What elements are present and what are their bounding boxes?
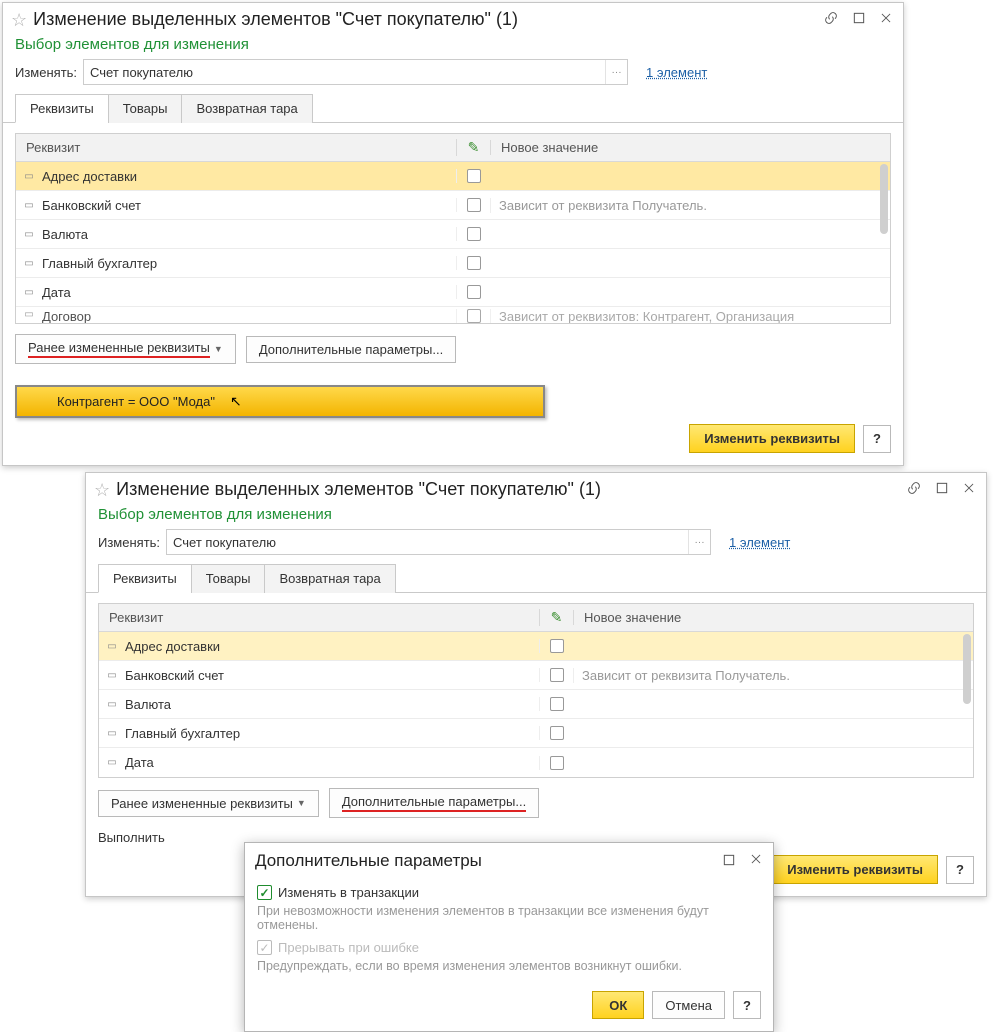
break-on-error-hint: Предупреждать, если во время изменения э… (257, 959, 761, 973)
row-checkbox[interactable] (550, 697, 564, 711)
change-label: Изменять: (15, 65, 77, 80)
row-marker-icon: ▭ (16, 258, 42, 269)
row-checkbox[interactable] (467, 169, 481, 183)
section-subtitle: Выбор элементов для изменения (86, 504, 986, 529)
change-combo[interactable]: Счет покупателю ··· (83, 59, 628, 85)
chevron-down-icon: ▼ (214, 344, 223, 354)
break-on-error-label: Прерывать при ошибке (278, 940, 419, 955)
column-value: Новое значение (490, 140, 890, 155)
requisites-table: Реквизит ✎ Новое значение ▭ Адрес достав… (98, 603, 974, 778)
column-name: Реквизит (16, 140, 456, 155)
maximize-icon[interactable] (851, 10, 867, 29)
help-button[interactable]: ? (946, 856, 974, 884)
tab-return-tare[interactable]: Возвратная тара (264, 564, 395, 593)
help-button[interactable]: ? (733, 991, 761, 1019)
tab-goods[interactable]: Товары (191, 564, 266, 593)
column-name: Реквизит (99, 610, 539, 625)
history-popup-item[interactable]: Контрагент = ООО "Мода" ↖ (15, 385, 545, 418)
section-subtitle: Выбор элементов для изменения (3, 34, 903, 59)
tab-requisites[interactable]: Реквизиты (15, 94, 109, 123)
change-value: Счет покупателю (84, 65, 605, 80)
ok-button[interactable]: ОК (592, 991, 644, 1019)
previous-changed-button[interactable]: Ранее измененные реквизиты▼ (98, 790, 319, 817)
row-checkbox[interactable] (467, 227, 481, 241)
execute-label: Выполнить (98, 830, 165, 845)
row-marker-icon: ▭ (16, 287, 42, 298)
row-marker-icon: ▭ (99, 699, 125, 710)
break-on-error-checkbox: ✓ (257, 940, 272, 955)
row-checkbox[interactable] (550, 756, 564, 770)
column-edit-icon: ✎ (456, 139, 490, 156)
table-row[interactable]: ▭ Главный бухгалтер (99, 719, 973, 748)
column-edit-icon: ✎ (539, 609, 573, 626)
maximize-icon[interactable] (721, 852, 737, 871)
column-value: Новое значение (573, 610, 973, 625)
table-row[interactable]: ▭ Адрес доставки (16, 162, 890, 191)
tab-requisites[interactable]: Реквизиты (98, 564, 192, 593)
table-row[interactable]: ▭ Главный бухгалтер (16, 249, 890, 278)
change-label: Изменять: (98, 535, 160, 550)
favorite-star-icon[interactable]: ☆ (11, 11, 27, 29)
close-icon[interactable] (879, 11, 893, 28)
row-marker-icon: ▭ (16, 171, 42, 182)
combo-more-icon[interactable]: ··· (688, 530, 710, 554)
chevron-down-icon: ▼ (297, 798, 306, 808)
table-row[interactable]: ▭ Банковский счет Зависит от реквизита П… (16, 191, 890, 220)
change-combo[interactable]: Счет покупателю ··· (166, 529, 711, 555)
table-row[interactable]: ▭ Дата (16, 278, 890, 307)
table-row[interactable]: ▭ Банковский счет Зависит от реквизита П… (99, 661, 973, 690)
elements-link[interactable]: 1 элемент (646, 65, 707, 80)
table-row[interactable]: ▭ Валюта (16, 220, 890, 249)
row-marker-icon: ▭ (16, 229, 42, 240)
row-checkbox[interactable] (467, 309, 481, 323)
apply-button[interactable]: Изменить реквизиты (772, 855, 938, 884)
combo-more-icon[interactable]: ··· (605, 60, 627, 84)
dialog-title: Дополнительные параметры (255, 851, 721, 871)
extra-params-button[interactable]: Дополнительные параметры... (329, 788, 539, 818)
table-row[interactable]: ▭ Договор Зависит от реквизитов: Контраг… (16, 307, 890, 323)
table-row[interactable]: ▭ Валюта (99, 690, 973, 719)
row-marker-icon: ▭ (16, 309, 42, 320)
transaction-hint: При невозможности изменения элементов в … (257, 904, 761, 932)
table-scrollbar[interactable] (963, 634, 971, 775)
row-checkbox[interactable] (550, 668, 564, 682)
maximize-icon[interactable] (934, 480, 950, 499)
tab-return-tare[interactable]: Возвратная тара (181, 94, 312, 123)
row-marker-icon: ▭ (99, 757, 125, 768)
row-checkbox[interactable] (550, 726, 564, 740)
requisites-table: Реквизит ✎ Новое значение ▭ Адрес достав… (15, 133, 891, 324)
help-button[interactable]: ? (863, 425, 891, 453)
row-marker-icon: ▭ (16, 200, 42, 211)
row-checkbox[interactable] (550, 639, 564, 653)
change-in-transaction-label: Изменять в транзакции (278, 885, 419, 900)
row-checkbox[interactable] (467, 285, 481, 299)
table-row[interactable]: ▭ Дата (99, 748, 973, 777)
cursor-icon: ↖ (230, 393, 242, 410)
favorite-star-icon[interactable]: ☆ (94, 481, 110, 499)
row-marker-icon: ▭ (99, 641, 125, 652)
row-marker-icon: ▭ (99, 728, 125, 739)
row-marker-icon: ▭ (99, 670, 125, 681)
table-scrollbar[interactable] (880, 164, 888, 321)
table-row[interactable]: ▭ Адрес доставки (99, 632, 973, 661)
link-icon[interactable] (823, 10, 839, 29)
cancel-button[interactable]: Отмена (652, 991, 725, 1019)
row-checkbox[interactable] (467, 198, 481, 212)
apply-button[interactable]: Изменить реквизиты (689, 424, 855, 453)
window-title: Изменение выделенных элементов "Счет пок… (33, 9, 823, 30)
tab-goods[interactable]: Товары (108, 94, 183, 123)
link-icon[interactable] (906, 480, 922, 499)
close-icon[interactable] (749, 852, 763, 871)
close-icon[interactable] (962, 481, 976, 498)
previous-changed-button[interactable]: Ранее измененные реквизиты▼ (15, 334, 236, 364)
change-in-transaction-checkbox[interactable]: ✓ (257, 885, 272, 900)
change-value: Счет покупателю (167, 535, 688, 550)
extra-params-button[interactable]: Дополнительные параметры... (246, 336, 456, 363)
row-checkbox[interactable] (467, 256, 481, 270)
elements-link[interactable]: 1 элемент (729, 535, 790, 550)
window-title: Изменение выделенных элементов "Счет пок… (116, 479, 906, 500)
